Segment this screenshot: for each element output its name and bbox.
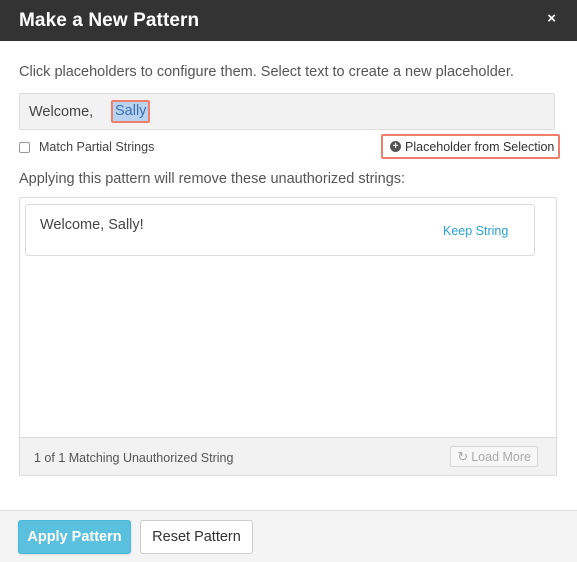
load-more-button[interactable]: ↻ Load More: [450, 446, 538, 467]
apply-pattern-button[interactable]: Apply Pattern: [18, 520, 131, 554]
reset-pattern-button[interactable]: Reset Pattern: [140, 520, 253, 554]
refresh-icon: ↻: [457, 448, 469, 464]
match-partial-checkbox[interactable]: [19, 141, 30, 153]
dialog-header: Make a New Pattern ×: [0, 0, 577, 41]
dialog-footer: Apply Pattern Reset Pattern: [0, 510, 577, 562]
load-more-label: Load More: [471, 449, 531, 464]
pattern-dialog: Make a New Pattern × Click placeholders …: [0, 0, 577, 562]
placeholder-token[interactable]: Sally: [111, 100, 151, 123]
placeholder-from-selection-label: Placeholder from Selection: [405, 139, 555, 154]
panel-footer: 1 of 1 Matching Unauthorized String ↻ Lo…: [20, 437, 556, 475]
instructions-text: Click placeholders to configure them. Se…: [19, 64, 514, 80]
placeholder-from-selection-button[interactable]: + Placeholder from Selection: [381, 134, 560, 159]
match-partial-row: Match Partial Strings: [19, 139, 154, 155]
plus-circle-icon: +: [390, 141, 401, 152]
pattern-input[interactable]: Welcome, Sally: [19, 93, 555, 130]
match-partial-label[interactable]: Match Partial Strings: [39, 140, 154, 154]
string-text: Welcome, Sally!: [40, 217, 144, 233]
close-icon[interactable]: ×: [547, 10, 556, 27]
dialog-title: Make a New Pattern: [19, 10, 200, 31]
keep-string-link[interactable]: Keep String: [443, 224, 508, 238]
unauthorized-strings-panel: Welcome, Sally! Keep String 1 of 1 Match…: [19, 197, 557, 476]
match-count-text: 1 of 1 Matching Unauthorized String: [34, 451, 234, 465]
pattern-prefix-text[interactable]: Welcome,: [29, 104, 93, 120]
list-item: Welcome, Sally! Keep String: [25, 204, 535, 256]
applying-text: Applying this pattern will remove these …: [19, 171, 406, 187]
